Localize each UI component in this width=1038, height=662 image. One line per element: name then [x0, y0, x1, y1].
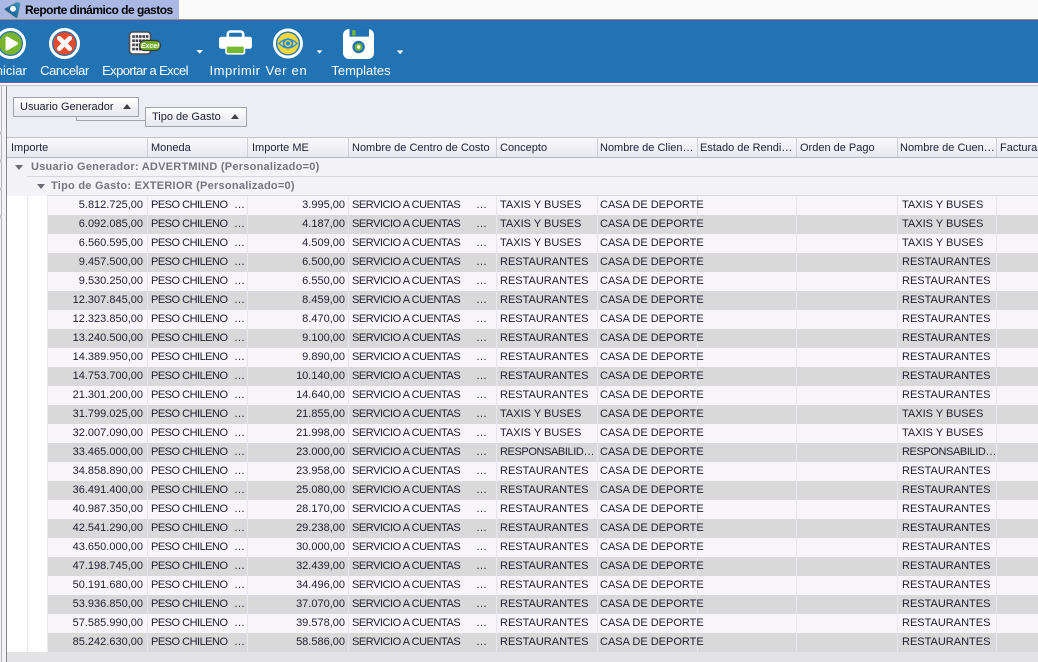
svg-text:Excel: Excel	[141, 43, 160, 50]
